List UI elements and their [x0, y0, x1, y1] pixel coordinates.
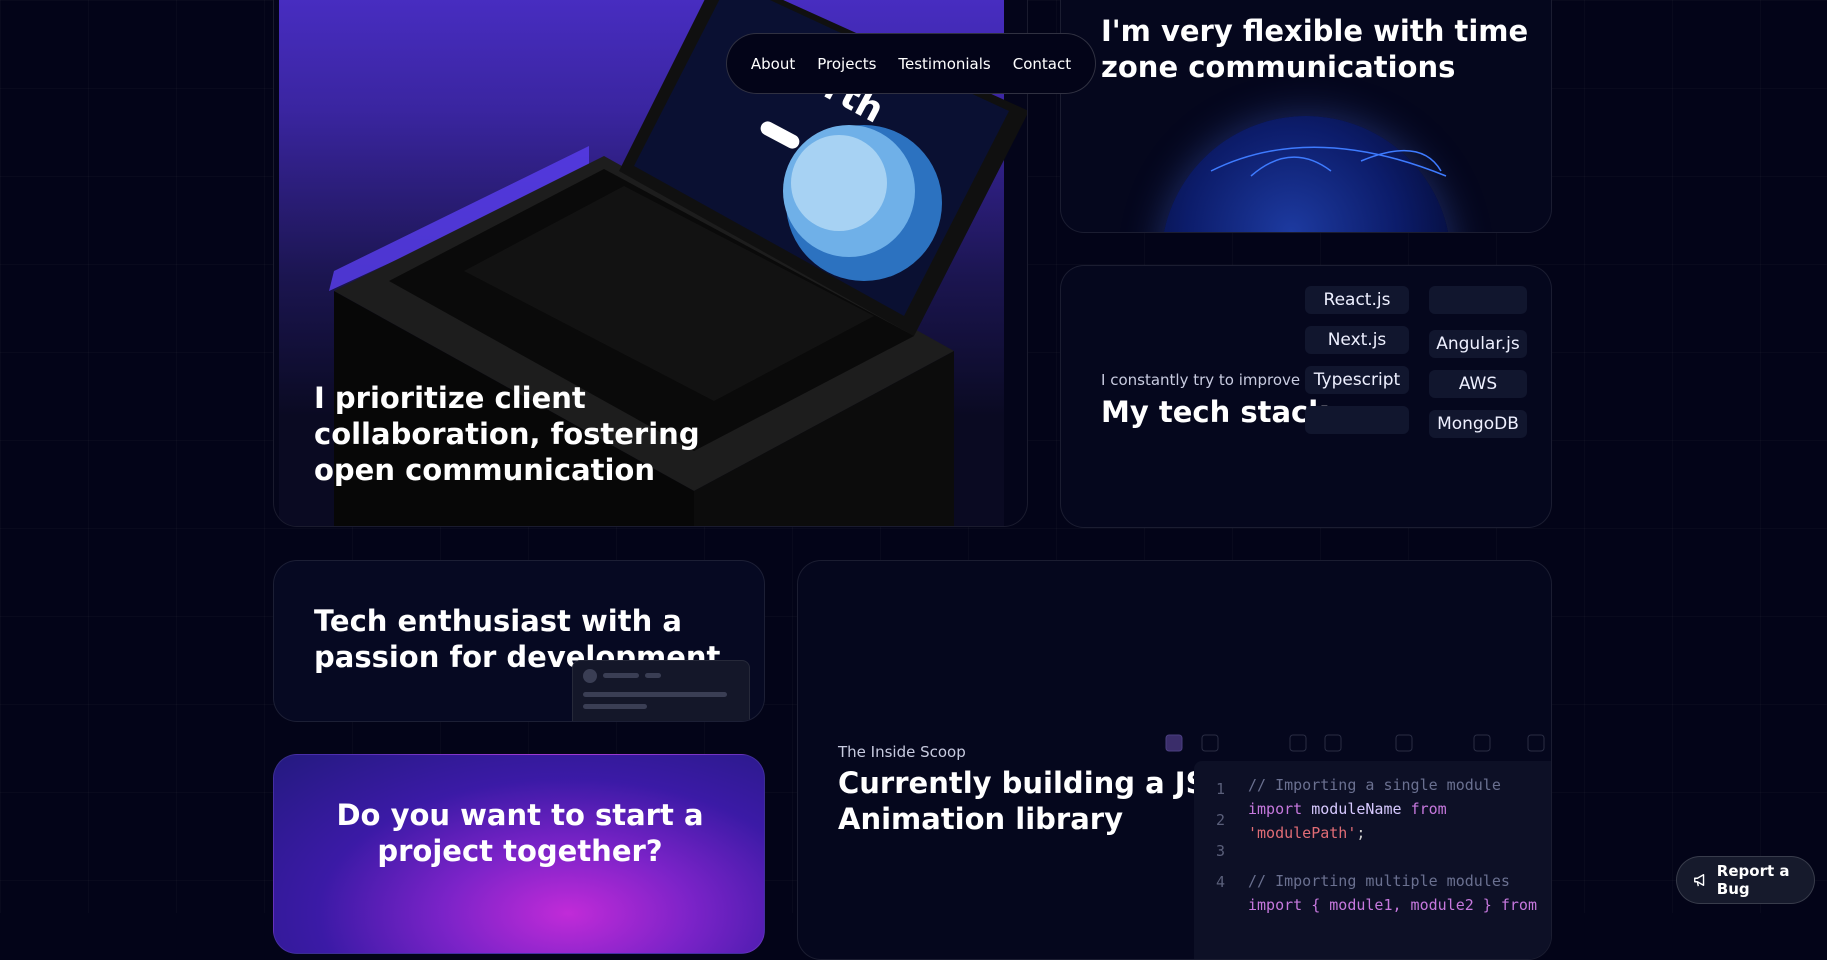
profile-mockup	[572, 660, 750, 721]
tech-pill: AWS	[1429, 370, 1527, 398]
project-heading: Do you want to start a project together?	[274, 797, 764, 869]
tech-pill: Next.js	[1305, 326, 1409, 354]
line-numbers: 1 2 3 4	[1216, 777, 1246, 894]
skeleton-line	[603, 673, 639, 678]
globe-arcs	[1210, 146, 1447, 177]
enthusiast-card: Tech enthusiast with a passion for devel…	[273, 560, 765, 722]
heading-line: Do you want to start a	[336, 798, 704, 832]
code-identifier: moduleName	[1302, 800, 1411, 818]
skeleton-line	[583, 692, 727, 697]
line-number: 2	[1216, 811, 1226, 829]
tech-pill	[1305, 406, 1409, 434]
line-number: 1	[1216, 780, 1226, 798]
tech-pill: React.js	[1305, 286, 1409, 314]
tech-pill: MongoDB	[1429, 410, 1527, 438]
stack-subtitle: I constantly try to improve	[1101, 371, 1301, 389]
code-blank	[1248, 845, 1537, 869]
scoop-heading: Currently building a JS Animation librar…	[838, 765, 1206, 837]
nav-testimonials[interactable]: Testimonials	[898, 55, 990, 73]
tech-stack-card: I constantly try to improve My tech stac…	[1060, 265, 1552, 528]
code-comment: // Importing a single module	[1248, 776, 1501, 794]
heading-line: open communication	[314, 453, 656, 487]
heading-line: I prioritize client	[314, 381, 586, 415]
timezone-card: I'm very flexible with time zone communi…	[1060, 0, 1552, 233]
code-keyword: from	[1410, 800, 1447, 818]
nav-projects[interactable]: Projects	[817, 55, 876, 73]
report-bug-button[interactable]: Report a Bug	[1676, 856, 1815, 904]
stack-heading: My tech stack	[1101, 395, 1328, 429]
tech-pill	[1429, 286, 1527, 314]
tech-pill: Typescript	[1305, 366, 1409, 394]
start-project-card[interactable]: Do you want to start a project together?	[273, 754, 765, 954]
code-body: // Importing a single module import modu…	[1248, 773, 1537, 917]
code-string: 'modulePath'	[1248, 824, 1357, 842]
heading-line: Animation library	[838, 802, 1124, 836]
heading-line: Currently building a JS	[838, 766, 1207, 800]
heading-line: collaboration, fostering	[314, 417, 700, 451]
report-bug-label: Report a Bug	[1716, 862, 1790, 898]
heading-line: project together?	[377, 834, 663, 868]
megaphone-icon	[1694, 874, 1705, 887]
line-number: 4	[1216, 873, 1226, 891]
inside-scoop-card: The Inside Scoop Currently building a JS…	[797, 560, 1552, 960]
code-line: import { module1, module2 } from	[1248, 896, 1537, 914]
skeleton-line	[645, 673, 661, 678]
tech-pill: Angular.js	[1429, 330, 1527, 358]
code-punct: ;	[1356, 824, 1366, 842]
nav-contact[interactable]: Contact	[1013, 55, 1071, 73]
scoop-subtitle: The Inside Scoop	[838, 743, 966, 761]
code-keyword: import	[1248, 800, 1303, 818]
avatar	[583, 669, 597, 683]
code-comment: // Importing multiple modules	[1248, 872, 1510, 890]
code-snippet: 1 2 3 4 // Importing a single module imp…	[1194, 761, 1551, 959]
skeleton-line	[583, 704, 647, 709]
heading-line: Tech enthusiast with a	[314, 604, 682, 638]
main-nav: About Projects Testimonials Contact	[726, 33, 1096, 94]
nav-about[interactable]: About	[751, 55, 795, 73]
line-number: 3	[1216, 842, 1226, 860]
collaboration-heading: I prioritize client collaboration, foste…	[314, 380, 700, 488]
